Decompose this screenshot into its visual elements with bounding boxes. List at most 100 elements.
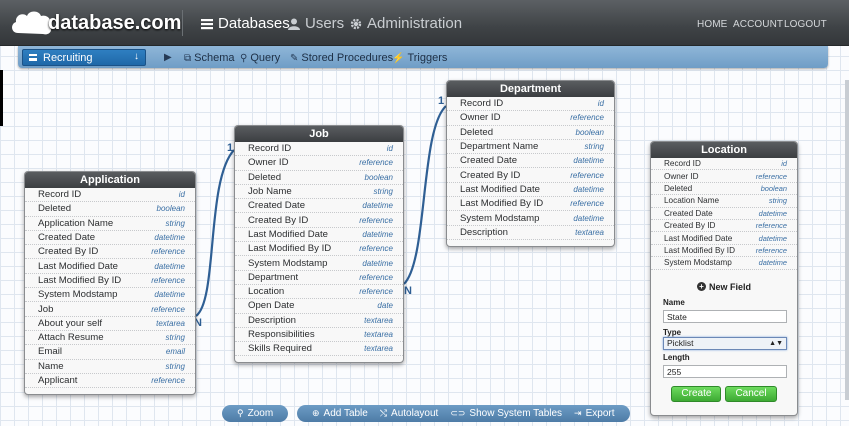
field-row[interactable]: Last Modified Date datetime [447,183,614,198]
field-row[interactable]: Job reference [25,302,195,317]
field-row[interactable]: About your self textarea [25,317,195,331]
field-name: Created By ID [460,169,521,181]
field-row[interactable]: Attach Resume string [25,331,195,346]
entity-footer [235,356,403,362]
field-type: textarea [156,318,185,328]
name-input[interactable] [663,310,787,324]
field-row[interactable]: Last Modified Date datetime [235,228,403,243]
field-row[interactable]: System Modstamp datetime [25,288,195,303]
field-type: datetime [573,184,604,194]
field-row[interactable]: Department reference [235,271,403,285]
field-name: Department [248,271,299,283]
field-name: Job Name [248,186,292,198]
length-input[interactable] [663,365,787,379]
field-row[interactable]: Created By ID reference [447,168,614,183]
field-row[interactable]: Deleted boolean [447,126,614,140]
field-row[interactable]: Open Date date [235,299,403,314]
zoom-toolbar: ⚲ Zoom [222,405,289,422]
cancel-button[interactable]: Cancel [725,385,777,402]
new-field-label: New Field [708,281,751,292]
field-row[interactable]: Deleted boolean [651,183,797,196]
field-row[interactable]: Owner ID reference [651,170,797,183]
link-icon: ⊂⊃ [450,408,466,418]
entity-title: Location [651,142,797,158]
vertical-scrollbar[interactable] [845,80,849,400]
field-row[interactable]: Email email [25,345,195,360]
field-row[interactable]: Description textarea [447,226,614,240]
field-type: id [597,99,604,109]
field-type: id [178,190,185,200]
show-system-tables-button[interactable]: ⊂⊃ Show System Tables [450,408,562,419]
field-row[interactable]: Record ID id [651,158,797,171]
field-type: reference [359,158,393,168]
field-type: id [781,159,787,169]
cardinality-one-department: 1 [438,95,444,107]
field-row[interactable]: Name string [25,360,195,374]
field-row[interactable]: Owner ID reference [447,111,614,126]
field-row[interactable]: System Modstamp datetime [447,211,614,226]
field-row[interactable]: Description textarea [235,314,403,328]
field-row[interactable]: Record ID id [447,97,614,112]
field-row[interactable]: Last Modified By ID reference [651,245,797,258]
autolayout-button[interactable]: ⤭ Autolayout [380,408,438,419]
field-name: Deleted [460,126,494,138]
field-type: reference [359,287,393,297]
field-row[interactable]: Deleted boolean [235,171,403,185]
field-row[interactable]: Last Modified By ID reference [447,197,614,212]
field-name: Deleted [664,183,693,193]
field-name: Created Date [248,200,306,212]
field-row[interactable]: Created Date datetime [25,231,195,246]
field-row[interactable]: Job Name string [235,185,403,200]
field-row[interactable]: Application Name string [25,217,195,231]
field-row[interactable]: System Modstamp datetime [235,256,403,271]
field-name: Last Modified By ID [460,198,544,210]
field-row[interactable]: Created Date datetime [651,208,797,220]
field-row[interactable]: Skills Required textarea [235,342,403,357]
field-type: datetime [758,258,787,268]
create-button[interactable]: Create [671,385,722,402]
field-row[interactable]: Deleted boolean [25,202,195,217]
zoom-button[interactable]: ⚲ Zoom [237,408,273,419]
field-name: Last Modified By ID [38,274,122,286]
export-icon: ⇥ [574,408,582,418]
field-row[interactable]: Last Modified By ID reference [235,242,403,257]
name-label: Name [663,297,685,307]
field-name: Last Modified Date [460,183,540,195]
add-table-button[interactable]: ⊕ Add Table [312,408,368,419]
field-name: Attach Resume [38,332,104,344]
entity-location[interactable]: Location Record ID id Owner ID reference Del… [650,141,798,416]
entity-job[interactable]: Job Record ID id Owner ID reference Deleted b… [234,125,404,364]
field-name: About your self [38,317,102,329]
field-row[interactable]: Last Modified By ID reference [25,274,195,289]
new-field-button[interactable]: + New Field [663,282,785,292]
field-type: string [165,218,185,228]
type-select[interactable]: Picklist ▲▼ [663,336,787,350]
entity-department[interactable]: Department Record ID id Owner ID reference D… [446,80,615,247]
field-row[interactable]: Responsibilities textarea [235,328,403,343]
field-row[interactable]: Applicant reference [25,374,195,389]
field-row[interactable]: Last Modified Date datetime [651,232,797,245]
field-row[interactable]: Last Modified Date datetime [25,259,195,274]
field-row[interactable]: Created Date datetime [447,154,614,169]
field-row[interactable]: Department Name string [447,140,614,155]
field-name: Last Modified Date [38,260,118,272]
field-row[interactable]: Owner ID reference [235,156,403,171]
field-name: Created By ID [248,214,309,226]
field-row[interactable]: Created Date datetime [235,199,403,214]
field-row[interactable]: System Modstamp datetime [651,257,797,270]
plus-icon: + [696,282,706,292]
job-application-connector [195,149,235,317]
field-row[interactable]: Created By ID reference [651,220,797,233]
export-button[interactable]: ⇥ Export [574,408,614,419]
field-name: Last Modified Date [248,228,328,240]
field-name: Deleted [38,203,72,215]
field-type: reference [755,221,787,231]
field-row[interactable]: Location Name string [651,195,797,208]
field-row[interactable]: Created By ID reference [235,213,403,228]
field-row[interactable]: Record ID id [235,142,403,157]
field-row[interactable]: Created By ID reference [25,245,195,260]
entity-application[interactable]: Application Record ID id Deleted boolean App… [24,171,196,396]
field-row[interactable]: Record ID id [25,188,195,203]
field-row[interactable]: Location reference [235,285,403,300]
field-type: boolean [575,127,604,137]
